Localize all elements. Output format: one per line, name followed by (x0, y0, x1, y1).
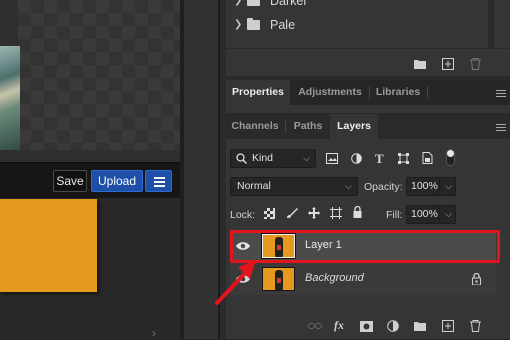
save-button[interactable]: Save (53, 170, 87, 192)
filter-shape-icon[interactable] (398, 153, 409, 164)
add-mask-icon[interactable] (360, 321, 373, 332)
blend-mode-select[interactable]: Normal ⌵ (230, 177, 358, 196)
filter-type-icon[interactable]: T (375, 151, 384, 167)
group-label: Darker (270, 0, 308, 8)
chevron-down-icon: ⌵ (445, 181, 452, 191)
lock-all-icon[interactable] (353, 206, 362, 218)
hamburger-menu-button[interactable] (145, 170, 172, 192)
properties-body (226, 105, 510, 113)
groups-list: ❯ Darker ❯ Pale (226, 0, 510, 48)
layer-filter-kind-select[interactable]: Kind ⌵ (230, 149, 316, 168)
filter-toggle-icon[interactable] (446, 149, 455, 166)
opacity-label: Opacity: (364, 181, 403, 193)
right-panel-dock: ❯ Darker ❯ Pale Properties Adjustments L… (220, 0, 510, 339)
lock-icon (472, 273, 481, 285)
fill-value: 100% (411, 208, 438, 220)
tab-paths[interactable]: Paths (286, 114, 330, 139)
panel-menu-icon[interactable] (496, 124, 506, 133)
annotation-arrow-icon (215, 260, 256, 305)
filter-adjustment-icon[interactable] (351, 153, 362, 164)
opacity-value: 100% (411, 180, 438, 192)
trash-icon[interactable] (470, 58, 481, 70)
new-group-folder-icon[interactable] (414, 321, 426, 331)
chevron-down-icon: ⌵ (445, 209, 452, 219)
folder-icon (247, 0, 260, 6)
photo-preview (0, 46, 20, 150)
chevron-right-icon[interactable]: ❯ (234, 19, 242, 30)
highlight-box (230, 230, 500, 263)
group-row[interactable]: ❯ Pale (226, 15, 496, 37)
lock-transparent-pixels-icon[interactable] (264, 208, 275, 219)
lock-label: Lock: (230, 209, 256, 221)
fill-dropdown-button[interactable]: ⌵ (439, 205, 456, 224)
filter-kind-label: Kind (252, 152, 274, 164)
groups-scrollbar[interactable] (488, 0, 494, 48)
tab-separator (427, 86, 428, 99)
layer-row[interactable]: Background (230, 263, 496, 295)
filter-smart-object-icon[interactable] (422, 152, 433, 164)
groups-footer-toolbar (226, 48, 510, 76)
upload-button[interactable]: Upload (91, 170, 143, 192)
new-item-icon[interactable] (442, 58, 454, 70)
blend-mode-value: Normal (237, 180, 271, 192)
link-layers-icon[interactable] (308, 321, 322, 331)
tab-channels[interactable]: Channels (226, 114, 284, 139)
tab-layers[interactable]: Layers (330, 114, 378, 139)
fill-label: Fill: (386, 209, 403, 221)
transparency-checkerboard (18, 0, 180, 150)
layer-name[interactable]: Background (305, 272, 364, 284)
layers-footer-toolbar: fx (226, 316, 510, 339)
opacity-dropdown-button[interactable]: ⌵ (439, 177, 456, 196)
properties-tab-bar: Properties Adjustments Libraries (226, 80, 510, 105)
tab-adjustments[interactable]: Adjustments (292, 80, 368, 105)
lock-position-icon[interactable] (308, 207, 320, 219)
folder-icon[interactable] (414, 59, 426, 69)
fx-effects-icon[interactable]: fx (334, 318, 344, 333)
document-workspace: Save Upload › (0, 0, 184, 340)
new-layer-icon[interactable] (442, 320, 454, 332)
tab-properties[interactable]: Properties (226, 80, 290, 105)
group-label: Pale (270, 18, 296, 32)
lock-artboard-icon[interactable] (330, 207, 342, 219)
chevron-down-icon: ⌵ (345, 181, 352, 191)
chevron-right-icon[interactable]: › (152, 326, 156, 340)
panel-menu-icon[interactable] (496, 90, 506, 99)
export-toolbar: Save Upload (0, 162, 180, 198)
chevron-down-icon: ⌵ (303, 153, 310, 163)
search-icon (236, 153, 247, 164)
layer-thumbnail[interactable] (262, 267, 295, 291)
orange-canvas-preview (0, 199, 97, 292)
delete-layer-trash-icon[interactable] (470, 320, 481, 332)
tab-libraries[interactable]: Libraries (370, 80, 426, 105)
folder-icon (247, 18, 260, 30)
layers-tab-bar: Channels Paths Layers (226, 113, 510, 139)
new-adjustment-layer-icon[interactable] (387, 320, 399, 332)
lock-image-pixels-icon[interactable] (286, 207, 298, 219)
group-row[interactable]: ❯ Darker (226, 0, 496, 13)
filter-pixel-icon[interactable] (326, 153, 338, 164)
document-canvas[interactable] (0, 0, 180, 162)
chevron-right-icon[interactable]: ❯ (234, 0, 242, 6)
